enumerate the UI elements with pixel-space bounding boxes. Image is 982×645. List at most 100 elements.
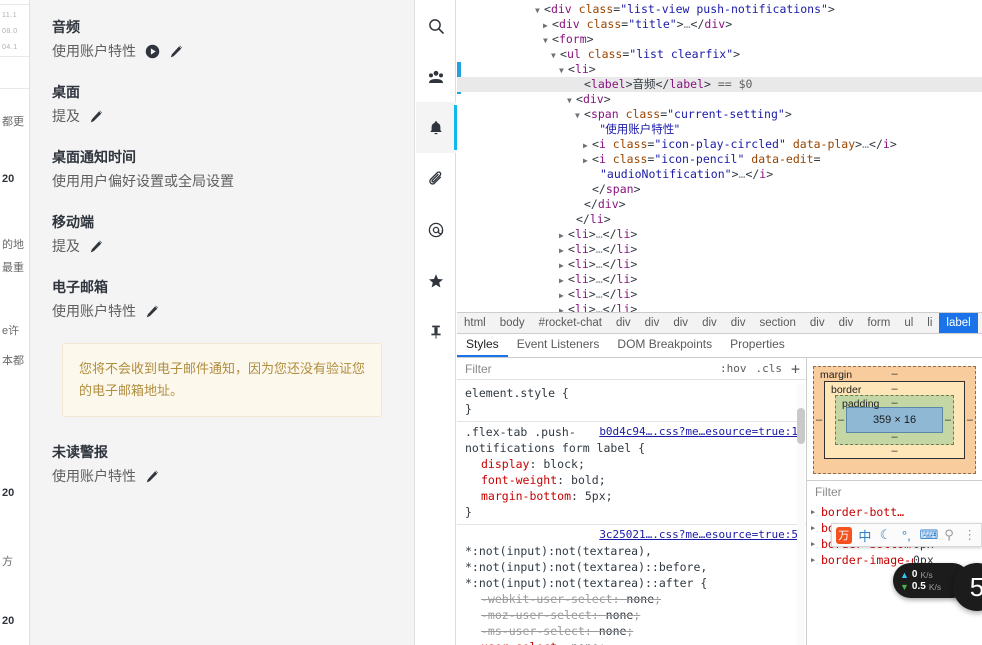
collapse-arrow-icon[interactable]: [559, 302, 568, 312]
breadcrumb-item-li[interactable]: li: [920, 313, 939, 333]
dom-tree-node[interactable]: <form>: [457, 32, 982, 47]
css-declaration[interactable]: -ms-user-select: none;: [465, 623, 798, 639]
breadcrumb-item-section[interactable]: section: [752, 313, 802, 333]
user-icon[interactable]: ⚲: [942, 527, 957, 543]
cls-toggle[interactable]: .cls: [755, 362, 782, 375]
dom-tree-node[interactable]: </li>: [457, 212, 982, 227]
devtools-sidebar-tabs[interactable]: Styles Event Listeners DOM Breakpoints Prop…: [457, 334, 982, 358]
dom-tree-node[interactable]: <li>…</li>: [457, 272, 982, 287]
padding-left-value[interactable]: –: [838, 414, 844, 426]
star-favorites-icon[interactable]: [416, 255, 456, 306]
new-style-rule-button[interactable]: +: [791, 361, 800, 376]
play-circled-icon[interactable]: [144, 43, 160, 59]
expand-arrow-icon[interactable]: ▶: [811, 520, 821, 536]
pencil-icon[interactable]: [168, 43, 184, 59]
tab-styles[interactable]: Styles: [457, 334, 508, 357]
chinese-mode-icon[interactable]: 中: [858, 526, 873, 545]
css-declaration[interactable]: -moz-user-select: none;: [465, 607, 798, 623]
dom-tree-node[interactable]: <i class="icon-pencil" data-edit=: [457, 152, 982, 167]
dom-tree-node[interactable]: <span class="current-setting">: [457, 107, 982, 122]
expand-arrow-icon[interactable]: [559, 62, 568, 78]
css-rule[interactable]: element.style {}: [457, 383, 806, 422]
breadcrumb-item-div[interactable]: div: [638, 313, 667, 333]
computed-filter-bar[interactable]: Filter: [807, 480, 982, 502]
breadcrumb-item-div[interactable]: div: [609, 313, 638, 333]
styles-filter-input[interactable]: Filter: [465, 362, 492, 376]
breadcrumb-item-ul[interactable]: ul: [897, 313, 920, 333]
dom-tree-node[interactable]: </span>: [457, 182, 982, 197]
pencil-icon[interactable]: [144, 303, 160, 319]
punctuation-icon[interactable]: °,: [899, 528, 914, 543]
expand-arrow-icon[interactable]: [567, 92, 576, 108]
breadcrumb-item-label[interactable]: label: [939, 313, 978, 333]
box-model-padding[interactable]: padding – – – – 359 × 16: [835, 395, 954, 445]
dom-tree-node[interactable]: <li>…</li>: [457, 257, 982, 272]
dom-tree-node[interactable]: <div class="title">…</div>: [457, 17, 982, 32]
box-model-content-size[interactable]: 359 × 16: [846, 407, 943, 433]
expand-arrow-icon[interactable]: ▶: [811, 536, 821, 552]
pencil-icon[interactable]: [88, 238, 104, 254]
dom-tree-node[interactable]: <li>…</li>: [457, 287, 982, 302]
collapse-arrow-icon[interactable]: [543, 17, 552, 33]
hov-toggle[interactable]: :hov: [720, 362, 747, 375]
expand-arrow-icon[interactable]: [551, 47, 560, 63]
search-icon[interactable]: [416, 0, 456, 51]
border-bottom-value[interactable]: –: [891, 445, 897, 457]
collapse-arrow-icon[interactable]: [559, 287, 568, 303]
css-selector[interactable]: *:not(input):not(textarea), *:not(input)…: [465, 544, 707, 590]
dom-tree-node[interactable]: "audioNotification">…</i>: [457, 167, 982, 182]
collapse-arrow-icon[interactable]: [583, 152, 592, 168]
styles-scrollbar-thumb[interactable]: [797, 408, 805, 444]
margin-left-value[interactable]: –: [816, 414, 822, 426]
pencil-icon[interactable]: [88, 108, 104, 124]
tab-dom-breakpoints[interactable]: DOM Breakpoints: [608, 334, 721, 357]
expand-arrow-icon[interactable]: [535, 2, 544, 18]
dom-tree-node[interactable]: "使用账户特性": [457, 122, 982, 137]
computed-filter-input[interactable]: Filter: [815, 485, 842, 499]
breadcrumb-item-div[interactable]: div: [666, 313, 695, 333]
styles-filter-bar[interactable]: Filter :hov .cls +: [457, 358, 806, 380]
pencil-icon[interactable]: [144, 468, 160, 484]
css-declaration[interactable]: -webkit-user-select: none;: [465, 591, 798, 607]
dom-tree-node[interactable]: </div>: [457, 197, 982, 212]
breadcrumb-item-div[interactable]: div: [695, 313, 724, 333]
breadcrumb-item-html[interactable]: html: [457, 313, 493, 333]
tab-properties[interactable]: Properties: [721, 334, 794, 357]
dom-tree-node[interactable]: <li>…</li>: [457, 227, 982, 242]
margin-top-value[interactable]: –: [891, 368, 897, 380]
collapse-arrow-icon[interactable]: [559, 242, 568, 258]
breadcrumb-item-form[interactable]: form: [860, 313, 897, 333]
moon-icon[interactable]: ☾: [878, 527, 893, 543]
breadcrumb-item-rocketchat[interactable]: #rocket-chat: [532, 313, 609, 333]
keyboard-icon[interactable]: ⌨: [920, 527, 939, 543]
css-source-link[interactable]: 3c25021….css?me…esource=true:5: [599, 527, 798, 543]
dom-tree-node[interactable]: <li>…</li>: [457, 242, 982, 257]
dom-tree-node[interactable]: <label>音频</label> == $0: [457, 77, 982, 92]
dom-tree-node[interactable]: <li>…</li>: [457, 302, 982, 312]
css-rule[interactable]: b0d4c94….css?me…esource=true:1 .flex-tab …: [457, 422, 806, 525]
css-declaration[interactable]: user-select: none;: [465, 639, 798, 645]
css-selector[interactable]: element.style {: [465, 386, 569, 400]
dom-tree-node[interactable]: <ul class="list clearfix">: [457, 47, 982, 62]
team-members-icon[interactable]: [416, 51, 456, 102]
css-declaration[interactable]: margin-bottom: 5px;: [465, 488, 798, 504]
menu-icon[interactable]: ⋮: [962, 527, 977, 543]
tab-event-listeners[interactable]: Event Listeners: [508, 334, 609, 357]
ime-logo-icon[interactable]: 万: [836, 526, 852, 544]
css-rule[interactable]: 3c25021….css?me…esource=true:5 *:not(inpu…: [457, 525, 806, 645]
computed-property-row[interactable]: ▶ border-bott…: [807, 504, 982, 520]
breadcrumb-item-div[interactable]: div: [803, 313, 832, 333]
breadcrumb-item-div[interactable]: div: [724, 313, 753, 333]
dom-tree-node[interactable]: <i class="icon-play-circled" data-play>……: [457, 137, 982, 152]
collapse-arrow-icon[interactable]: [559, 272, 568, 288]
dom-tree-node[interactable]: <div>: [457, 92, 982, 107]
css-source-link[interactable]: b0d4c94….css?me…esource=true:1: [599, 424, 798, 440]
expand-arrow-icon[interactable]: ▶: [811, 504, 821, 520]
collapse-arrow-icon[interactable]: [583, 137, 592, 153]
padding-top-value[interactable]: –: [891, 397, 897, 409]
breadcrumb-item-div[interactable]: div: [832, 313, 861, 333]
box-model-border[interactable]: border – – padding – – – – 359 × 16: [824, 381, 965, 459]
expand-arrow-icon[interactable]: [575, 107, 584, 123]
bell-notifications-icon[interactable]: [415, 102, 457, 153]
dom-tree-node[interactable]: <li>: [457, 62, 982, 77]
